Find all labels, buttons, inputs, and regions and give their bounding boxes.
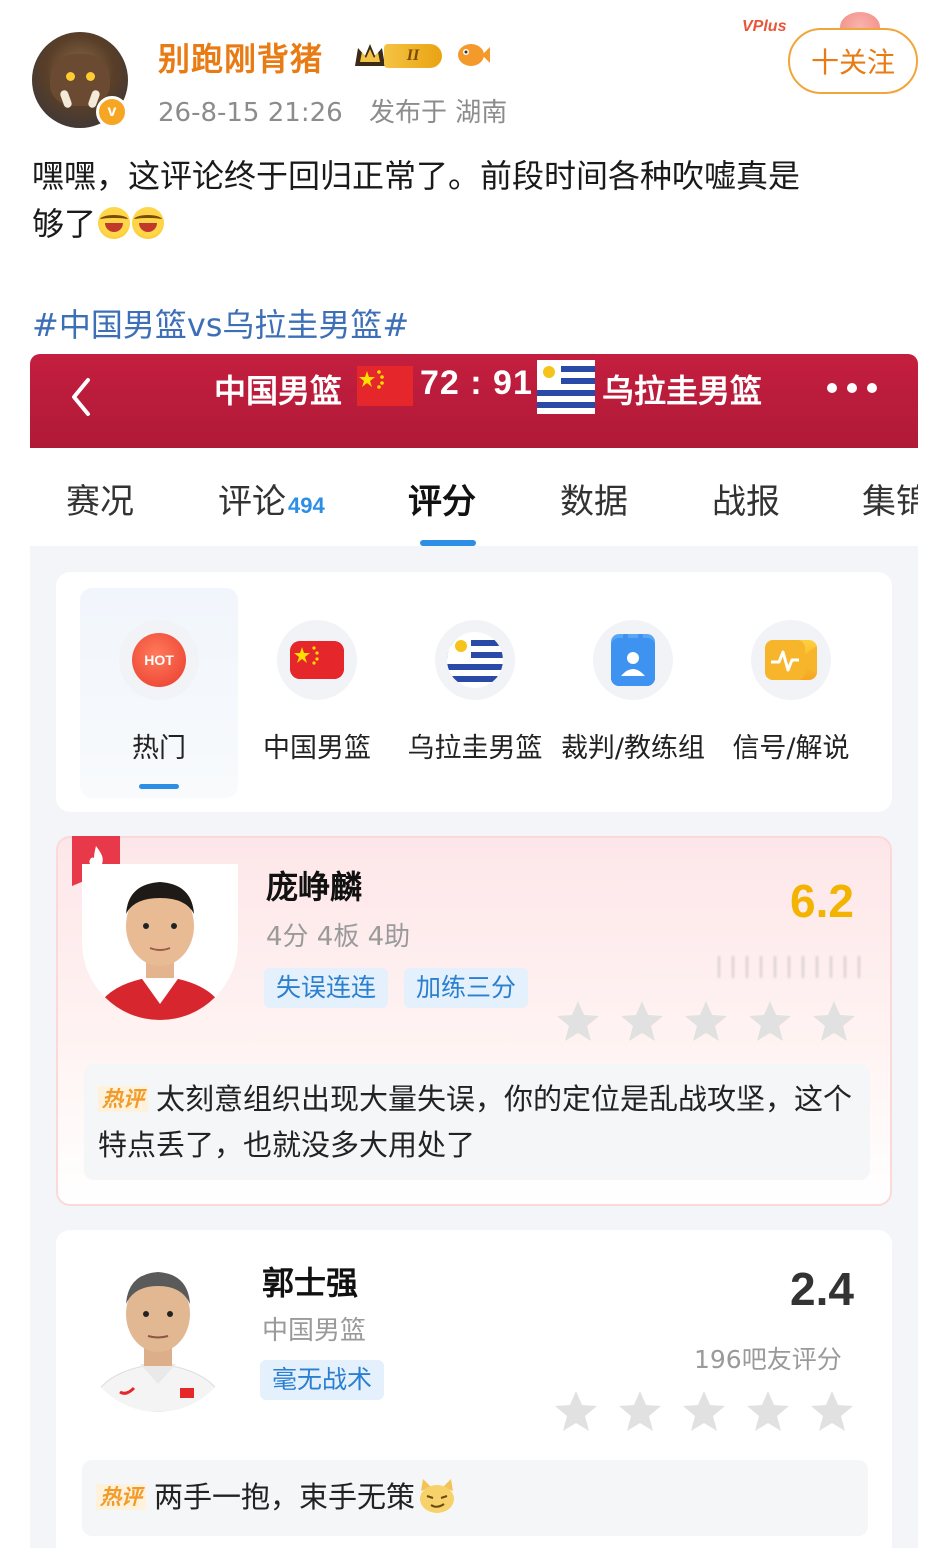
star-icon[interactable] [618,998,666,1046]
verified-badge-icon: v [96,96,128,128]
star-icon[interactable] [682,998,730,1046]
player-tag[interactable]: 失误连连 [264,968,389,1008]
player-tag[interactable]: 毫无战术 [260,1360,385,1400]
player-tag[interactable]: 加练三分 [404,968,529,1008]
star-icon[interactable] [808,1388,856,1436]
away-team-name: 乌拉圭男篮 [602,372,763,410]
post-text-line2: 够了 [32,205,97,243]
post-timestamp: 26-8-15 21:26 [158,98,343,128]
category-broadcast[interactable]: 信号/解说 [712,588,870,798]
hot-icon: HOT [132,633,186,687]
more-options-icon[interactable] [824,378,880,398]
hot-comment-text: 太刻意组织出现大量失误，你的定位是乱战攻坚，这个特点丢了，也就没多大用处了 [98,1082,853,1162]
vip-badge[interactable]: II [352,38,444,72]
coach-name: 郭士强 [262,1264,359,1302]
post-text: 嘿嘿，这评论终于回归正常了。前段时间各种吹嘘真是 够了 [32,152,922,248]
fish-badge-icon [458,44,490,66]
player-score: 6.2 [790,875,854,927]
embedded-screenshot[interactable]: 中国男篮 72 : 91 乌拉圭男篮 赛况 评论494 评分 数据 战报 集锦 … [30,354,918,1548]
player-stats: 4分 4板 4助 [266,922,411,952]
post-location: 发布于 湖南 [368,98,508,128]
coach-photo[interactable] [80,1256,236,1412]
uruguay-flag-icon [447,632,503,688]
post-meta: 26-8-15 21:26 发布于 湖南 [158,92,525,129]
post-text-line1: 嘿嘿，这评论终于回归正常了。前段时间各种吹嘘真是 [32,157,801,195]
tab-ratings[interactable]: 评分 [408,474,476,523]
tab-label: 赛况 [66,482,134,522]
vplus-label: VPlus [742,18,787,35]
post-header: v 别跑刚背猪 II 26-8-15 21:26 发布于 湖南 VPlus 十关… [0,0,948,140]
tab-bar: 赛况 评论494 评分 数据 战报 集锦 [30,448,918,546]
category-china[interactable]: 中国男篮 [238,588,396,798]
smirk-cat-emoji-icon [420,1479,455,1513]
score-header: 中国男篮 72 : 91 乌拉圭男篮 [30,354,918,448]
tab-game-status[interactable]: 赛况 [66,474,134,523]
back-arrow-icon[interactable] [66,372,96,422]
star-icon[interactable] [552,1388,600,1436]
tab-label: 数据 [560,482,628,522]
tab-label: 集锦 [862,482,918,522]
vip-level: II [384,44,442,68]
follow-button[interactable]: 十关注 [788,28,918,94]
category-referee-coaches[interactable]: 裁判/教练组 [554,588,712,798]
active-tab-indicator [420,540,476,546]
player-score: 2.4 [790,1263,854,1315]
category-uruguay[interactable]: 乌拉圭男篮 [396,588,554,798]
category-label: 信号/解说 [732,733,850,764]
player-rating-card[interactable]: 郭士强 中国男篮 毫无战术 2.4 196吧友评分 热评 两手一抱，束手无策 [56,1230,892,1548]
tab-report[interactable]: 战报 [712,474,780,523]
coach-team: 中国男篮 [262,1316,367,1346]
boar-avatar-icon [50,54,110,106]
broadcast-icon [765,640,817,680]
china-flag-icon [357,366,413,406]
tab-data[interactable]: 数据 [560,474,628,523]
game-score: 72 : 91 [420,364,533,402]
tab-label: 评分 [408,482,476,522]
player-name: 庞峥麟 [266,868,363,906]
tab-highlights[interactable]: 集锦 [862,474,918,523]
star-icon[interactable] [744,1388,792,1436]
player-photo[interactable] [82,864,238,1020]
hot-comment-text: 两手一抱，束手无策 [154,1480,416,1514]
star-icon[interactable] [616,1388,664,1436]
rating-stars[interactable] [554,998,855,1046]
player-portrait-icon [82,864,238,1020]
referee-icon [611,634,655,686]
star-icon[interactable] [746,998,794,1046]
uruguay-flag-icon [537,360,595,414]
home-team-name: 中国男篮 [214,372,343,410]
star-icon[interactable] [680,1388,728,1436]
username[interactable]: 别跑刚背猪 [158,34,323,80]
laugh-cry-emoji-icon [98,207,131,239]
hot-comment[interactable]: 热评 两手一抱，束手无策 [82,1460,868,1536]
star-icon[interactable] [554,998,602,1046]
rating-stars[interactable] [552,1388,853,1436]
crown-icon [355,44,385,66]
star-icon[interactable] [810,998,858,1046]
comment-count-badge: 494 [288,493,325,518]
hot-comment[interactable]: 热评 太刻意组织出现大量失误，你的定位是乱战攻坚，这个特点丢了，也就没多大用处了 [84,1064,870,1180]
tab-comments[interactable]: 评论494 [218,474,325,523]
hot-comment-label: 热评 [96,1484,146,1510]
vote-count-blurred [718,956,864,978]
china-flag-icon [290,641,344,679]
coach-portrait-icon [80,1256,236,1412]
hashtag-link[interactable]: #中国男篮vs乌拉圭男篮# [32,300,409,346]
tab-label: 评论 [218,482,286,522]
hot-comment-label: 热评 [98,1086,148,1112]
vote-count: 196吧友评分 [694,1345,842,1374]
player-rating-card[interactable]: 庞峥麟 4分 4板 4助 失误连连 加练三分 6.2 热评 太刻意组织出现大量失误… [56,836,892,1206]
active-category-indicator [139,784,179,789]
laugh-cry-emoji-icon [132,207,165,239]
tab-label: 战报 [712,482,780,522]
category-hot[interactable]: HOT 热门 [80,588,238,798]
rating-category-selector: HOT 热门 中国男篮 乌拉圭男篮 裁判/教练组 信号/解说 [56,572,892,812]
